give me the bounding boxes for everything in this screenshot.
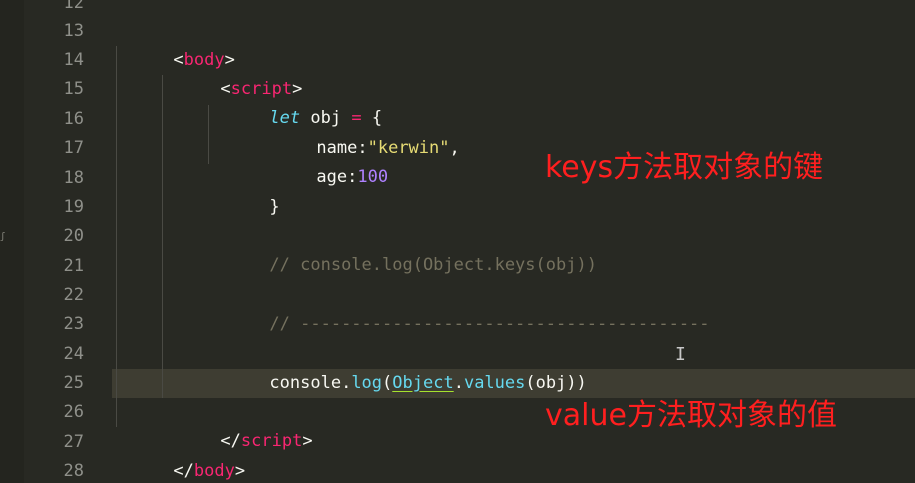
line-number: 27 [63,432,84,452]
line-number: 25 [63,373,84,393]
code-line-13: <body> [173,50,235,70]
line-number: 23 [63,314,84,334]
code-line-26: </script> [220,431,313,451]
line-number: 17 [63,138,84,158]
line-number: 18 [63,168,84,188]
code-editor[interactable]: ʃ 12 13 14 15 16 17 18 19 20 21 22 23 24… [0,0,915,483]
line-number: 24 [63,344,84,364]
code-line-14: <script> [220,79,303,99]
line-number: 19 [63,197,84,217]
line-number-gutter: 12 13 14 15 16 17 18 19 20 21 22 23 24 2… [24,0,94,483]
line-number: 28 [63,461,84,481]
keys-annotation: keys方法取对象的键 [545,150,824,185]
code-line-18: } [269,197,280,217]
strip-mark: ʃ [0,232,6,242]
code-line-16: name:"kerwin", [316,138,460,158]
code-line-15: let obj = { [269,108,383,128]
code-line-22: // -------------------------------------… [269,314,710,334]
side-strip: ʃ [0,0,24,483]
code-line-24: console.log(Object.values(obj)) [269,373,587,393]
line-number: 21 [63,256,84,276]
line-number: 20 [63,226,84,246]
values-annotation: value方法取对象的值 [545,398,837,433]
line-number: 14 [63,50,84,70]
line-number: 22 [63,285,84,305]
line-number: 26 [63,402,84,422]
text-cursor-icon: I [675,344,686,365]
code-line-20: // console.log(Object.keys(obj)) [269,255,597,275]
line-number: 12 [63,0,84,13]
line-number: 15 [63,79,84,99]
line-number: 16 [63,109,84,129]
code-line-17: age:100 [316,167,389,187]
line-number: 13 [63,21,84,41]
code-line-27: </body> [173,461,246,481]
